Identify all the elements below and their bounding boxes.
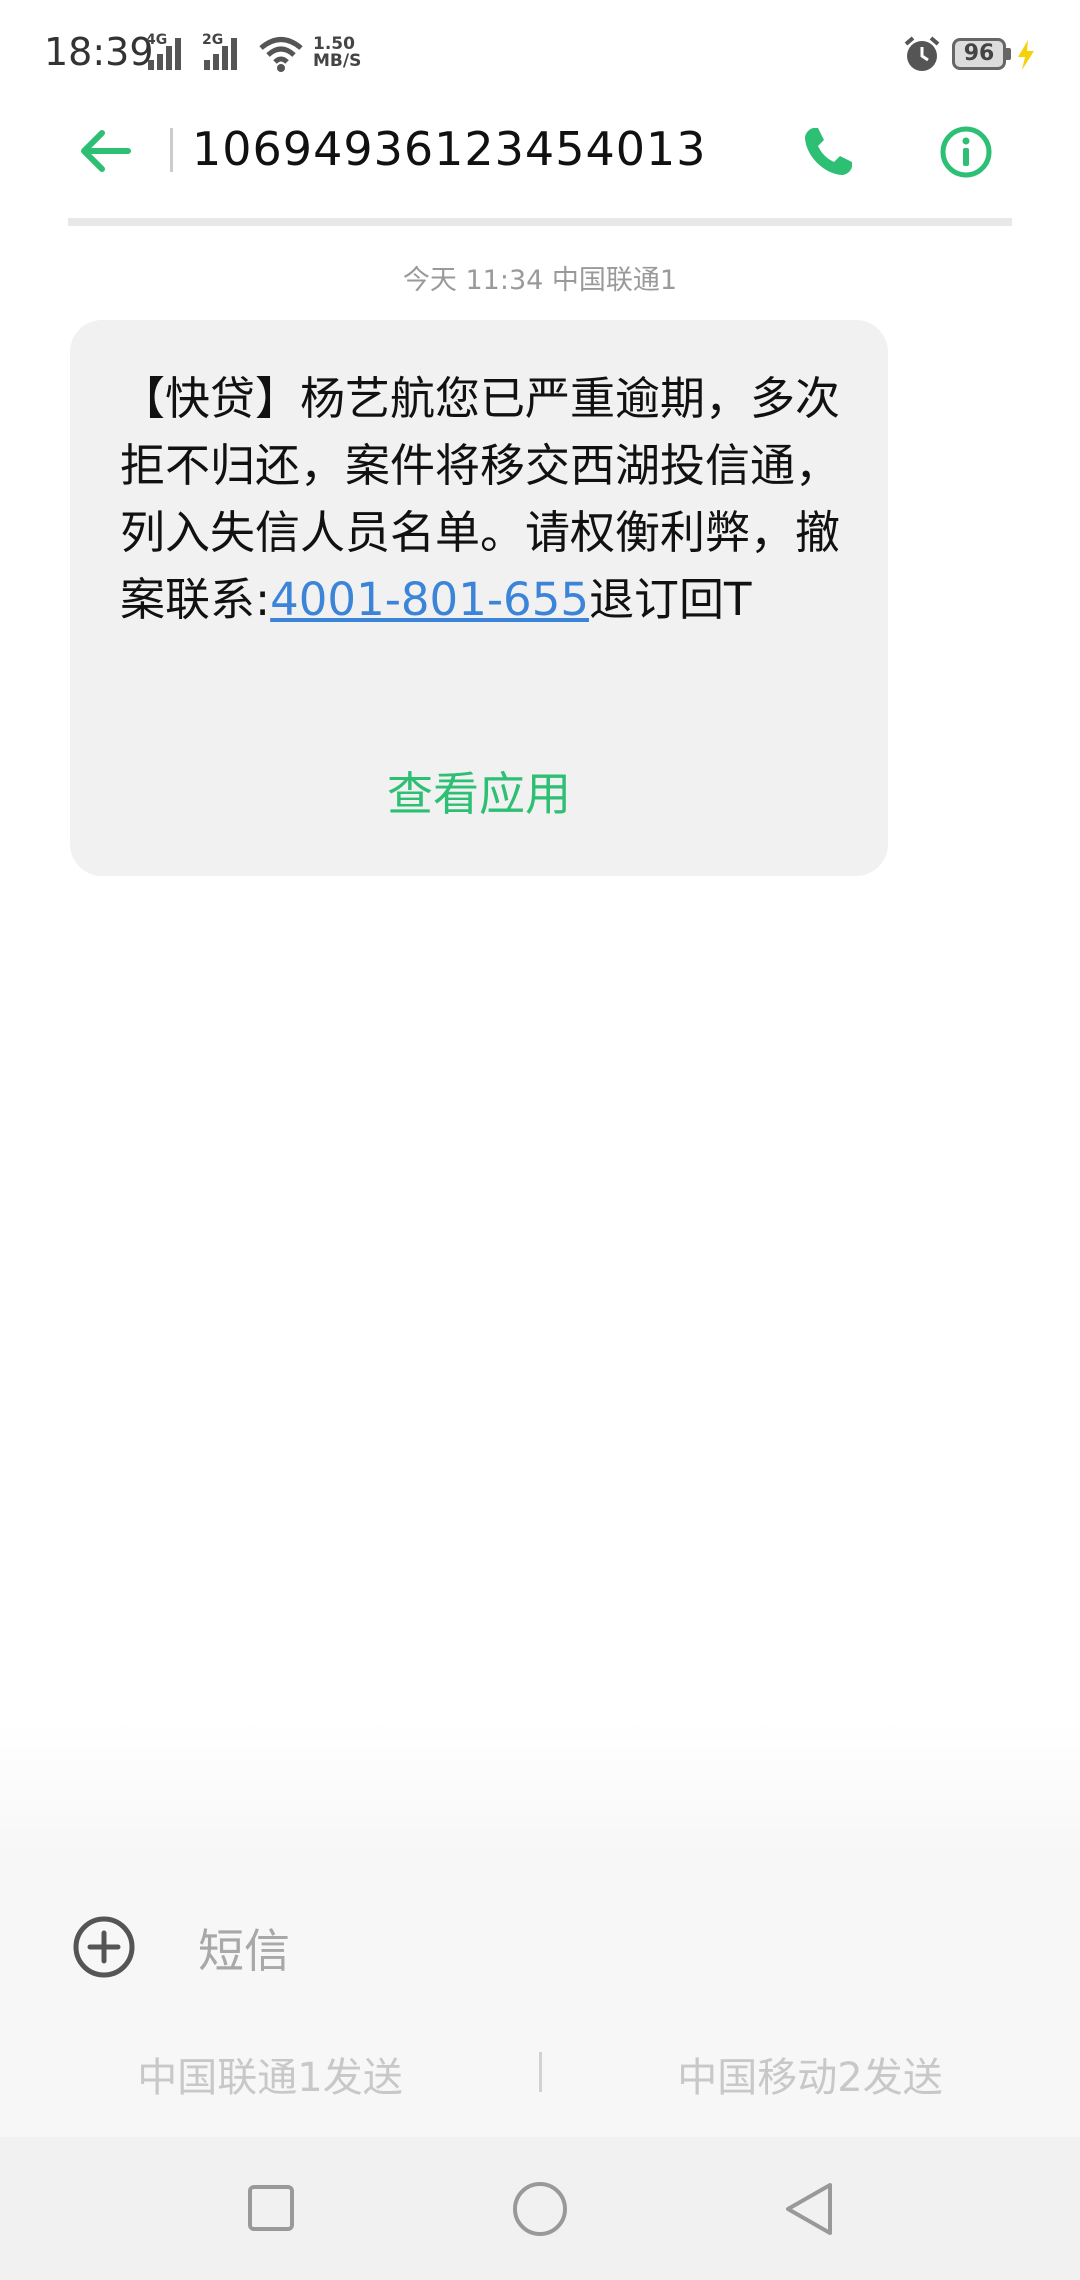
message-text-suffix: 退订回T: [588, 573, 752, 626]
phone-link[interactable]: 4001-801-655: [270, 573, 589, 626]
composer: 短信 中国联通1发送 中国移动2发送: [0, 1855, 1080, 2137]
sms-input[interactable]: 短信: [198, 1915, 290, 1981]
navigation-bar: [0, 2137, 1080, 2280]
message-text: 【快贷】杨艺航您已严重逾期，多次拒不归还，案件将移交西湖投信通，列入失信人员名单…: [120, 365, 850, 633]
bolt-icon: [1018, 40, 1034, 70]
alarm-icon: [904, 36, 940, 71]
plus-circle-icon[interactable]: [72, 1915, 136, 1979]
header-divider: [170, 128, 173, 172]
wifi-icon: [259, 37, 303, 72]
triangle-back-icon[interactable]: [784, 2181, 834, 2237]
battery-indicator: 96: [952, 38, 1006, 70]
message-bubble[interactable]: 【快贷】杨艺航您已严重逾期，多次拒不归还，案件将移交西湖投信通，列入失信人员名单…: [70, 320, 888, 876]
network-speed: 1.50 MB/S: [313, 36, 361, 70]
battery-tip: [1006, 48, 1011, 60]
square-icon[interactable]: [246, 2183, 296, 2233]
circle-icon[interactable]: [512, 2181, 568, 2237]
status-time: 18:39: [44, 30, 154, 74]
info-icon[interactable]: [938, 124, 994, 180]
sim1-signal-icon: 4G: [146, 32, 191, 74]
sim2-signal-icon: 2G: [202, 32, 247, 74]
conversation-header: 10694936123454013: [0, 110, 1080, 220]
arrow-left-icon[interactable]: [78, 128, 132, 174]
bottom-fade: [0, 1720, 1080, 1855]
view-app-button[interactable]: 查看应用: [70, 758, 888, 824]
header-separator: [68, 218, 1012, 226]
send-sim1-button[interactable]: 中国联通1发送: [0, 2045, 540, 2103]
send-sim2-button[interactable]: 中国移动2发送: [540, 2045, 1080, 2103]
contact-number: 10694936123454013: [192, 122, 707, 176]
speed-unit: MB/S: [313, 51, 362, 71]
phone-icon[interactable]: [800, 124, 856, 180]
message-timestamp: 今天 11:34 中国联通1: [402, 265, 678, 296]
status-bar: 18:39 4G 2G 1.50 MB/S 96: [0, 0, 1080, 110]
